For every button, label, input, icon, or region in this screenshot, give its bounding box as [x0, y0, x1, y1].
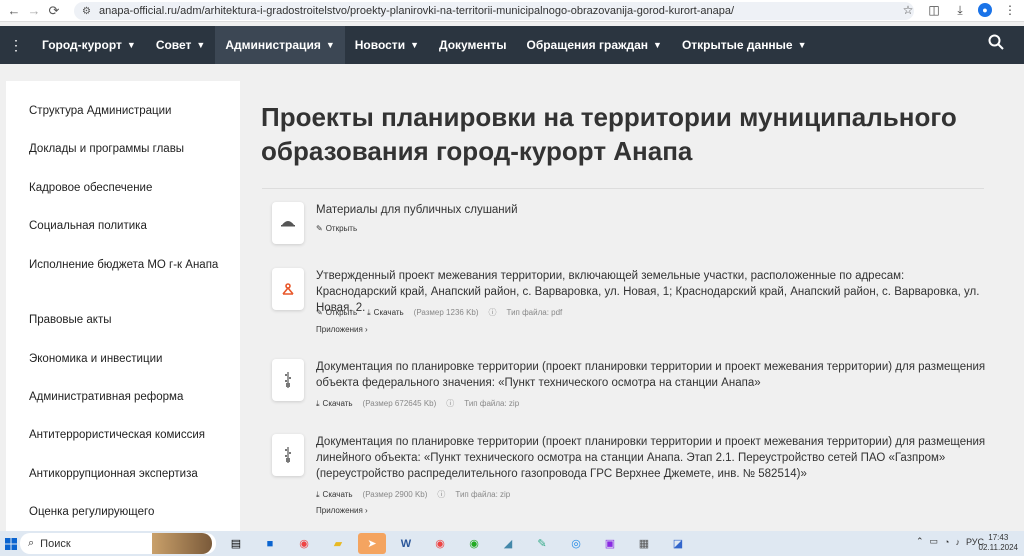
store-icon[interactable]: ■	[256, 533, 284, 554]
chevron-up-icon[interactable]: ⌃	[916, 536, 924, 547]
document-title[interactable]: Материалы для публичных слушаний	[316, 202, 986, 218]
nav-item[interactable]: Обращения граждан ▼	[516, 26, 671, 64]
app-icon[interactable]: ◪	[664, 533, 692, 554]
document-title[interactable]: Документация по планировке территории (п…	[316, 359, 986, 391]
nav-item[interactable]: Открытые данные ▼	[672, 26, 817, 64]
profile-avatar[interactable]: ●	[978, 3, 992, 17]
paint-icon[interactable]: ✎	[528, 533, 556, 554]
file-size: (Размер 1236 Kb)	[413, 308, 479, 317]
info-icon: ⓘ	[488, 308, 497, 317]
extensions-icon[interactable]: ◫	[926, 2, 942, 18]
download-link[interactable]: ⤓ Скачать	[316, 399, 353, 409]
search-highlight-image	[152, 533, 212, 554]
sidebar-item[interactable]: Кадровое обеспечение	[29, 180, 219, 196]
pdf-icon	[272, 268, 304, 310]
forward-icon[interactable]: →	[24, 1, 44, 21]
sidebar-item[interactable]: Структура Администрации	[29, 103, 219, 119]
explorer-icon[interactable]: ▰	[324, 533, 352, 554]
attachments-link[interactable]: Приложения ›	[316, 506, 368, 515]
page-title: Проекты планировки на территории муницип…	[261, 102, 957, 166]
info-icon: ⓘ	[437, 490, 446, 499]
file-size: (Размер 672645 Kb)	[362, 399, 437, 408]
telegram-icon[interactable]: ➤	[358, 533, 386, 554]
nav-item[interactable]: Город-курорт ▼	[32, 26, 146, 64]
download-icon[interactable]: ⤓	[952, 2, 968, 18]
file-type: Тип файла: pdf	[506, 308, 563, 317]
sidebar-item[interactable]: Экономика и инвестиции	[29, 351, 219, 367]
chevron-down-icon: ▼	[126, 40, 136, 50]
nav-item[interactable]: Администрация ▼	[215, 26, 345, 64]
sidebar-item[interactable]: Исполнение бюджета МО г-к Анапа	[29, 257, 219, 273]
bookmark-star-icon[interactable]: ☆	[900, 2, 916, 18]
site-navbar: ⋮ Город-курорт ▼ Совет ▼ Администрация ▼ Новос…	[0, 26, 1024, 64]
reload-icon[interactable]: ⟳	[44, 1, 64, 21]
calculator-icon[interactable]: ▦	[630, 533, 658, 554]
download-icon: ⤓	[316, 398, 320, 408]
folder-icon	[272, 202, 304, 244]
task-view-icon[interactable]: ▤	[222, 533, 250, 554]
chevron-down-icon: ▼	[196, 40, 206, 50]
chrome-icon[interactable]: ◉	[290, 533, 318, 554]
search-icon: ⌕	[28, 537, 35, 549]
site-settings-icon[interactable]: ⚙	[82, 6, 91, 17]
browser-toolbar: ← → ⟳ ⚙ anapa-official.ru/adm/arhitektur…	[0, 0, 1024, 22]
zip-icon	[272, 434, 304, 476]
chrome-icon[interactable]: ◉	[426, 533, 454, 554]
wifi-icon[interactable]: ◔	[944, 537, 949, 547]
download-link[interactable]: ⤓ Скачать	[316, 490, 353, 500]
file-type: Тип файла: zip	[464, 399, 520, 408]
download-icon: ⤓	[316, 489, 320, 499]
sidebar-item[interactable]: Антитеррористическая комиссия	[29, 427, 219, 443]
browser-menu-icon[interactable]: ⋮	[1002, 2, 1018, 18]
taskbar-search[interactable]: ⌕ Поиск	[20, 533, 216, 554]
document-title[interactable]: Документация по планировке территории (п…	[316, 434, 986, 482]
search-icon[interactable]	[988, 34, 1004, 55]
sidebar: Структура Администрации Доклады и програм…	[6, 81, 240, 531]
zip-icon	[272, 359, 304, 401]
divider	[262, 188, 984, 189]
main-content: Проекты планировки на территории муницип…	[240, 64, 1024, 531]
external-link-icon: ✎	[316, 308, 323, 317]
chevron-down-icon: ▼	[325, 40, 335, 50]
sidebar-item[interactable]: Антикоррупционная экспертиза	[29, 466, 219, 482]
open-link[interactable]: ✎ Открыть	[316, 308, 357, 317]
word-icon[interactable]: W	[392, 533, 420, 554]
open-link[interactable]: ✎ Открыть	[316, 224, 357, 233]
chevron-down-icon: ▼	[410, 40, 419, 50]
address-bar[interactable]: ⚙ anapa-official.ru/adm/arhitektura-i-gr…	[74, 2, 914, 20]
nav-item[interactable]: Совет ▼	[146, 26, 216, 64]
file-size: (Размер 2900 Kb)	[362, 490, 428, 499]
sidebar-item[interactable]: Доклады и программы главы	[29, 141, 219, 157]
clock[interactable]: 17:43 02.11.2024	[979, 533, 1018, 553]
info-icon: ⓘ	[446, 399, 455, 408]
url-text: anapa-official.ru/adm/arhitektura-i-grad…	[98, 5, 735, 17]
sidebar-item[interactable]: Административная реформа	[29, 389, 219, 405]
download-icon: ⤓	[367, 307, 371, 317]
chevron-down-icon: ▼	[797, 40, 807, 50]
windows-start-icon[interactable]	[0, 531, 22, 556]
edge-icon[interactable]: ◎	[562, 533, 590, 554]
sidebar-item[interactable]: Социальная политика	[29, 218, 219, 234]
file-type: Тип файла: zip	[455, 490, 511, 499]
network-icon[interactable]: ▭	[930, 536, 939, 547]
taskbar: ⌕ Поиск ▤ ■ ◉ ▰ ➤ W ◉ ◉ ◢ ✎ ◎ ▣ ▦ ◪ ⌃ ▭ …	[0, 531, 1024, 556]
chevron-down-icon: ▼	[653, 40, 662, 50]
sidebar-item[interactable]: Правовые акты	[29, 312, 219, 328]
chrome-icon[interactable]: ◉	[460, 533, 488, 554]
back-icon[interactable]: ←	[4, 1, 24, 21]
attachments-link[interactable]: Приложения ›	[316, 325, 368, 334]
winrar-icon[interactable]: ▣	[596, 533, 624, 554]
app-icon[interactable]: ◢	[494, 533, 522, 554]
vertical-dots-menu-icon[interactable]: ⋮	[0, 26, 32, 64]
external-link-icon: ✎	[316, 224, 323, 233]
volume-icon[interactable]: ♪	[955, 537, 960, 547]
nav-item[interactable]: Новости ▼	[345, 26, 429, 64]
download-link[interactable]: ⤓ Скачать	[367, 308, 404, 318]
sidebar-item[interactable]: Оценка регулирующего	[29, 504, 219, 520]
nav-item[interactable]: Документы	[429, 26, 516, 64]
